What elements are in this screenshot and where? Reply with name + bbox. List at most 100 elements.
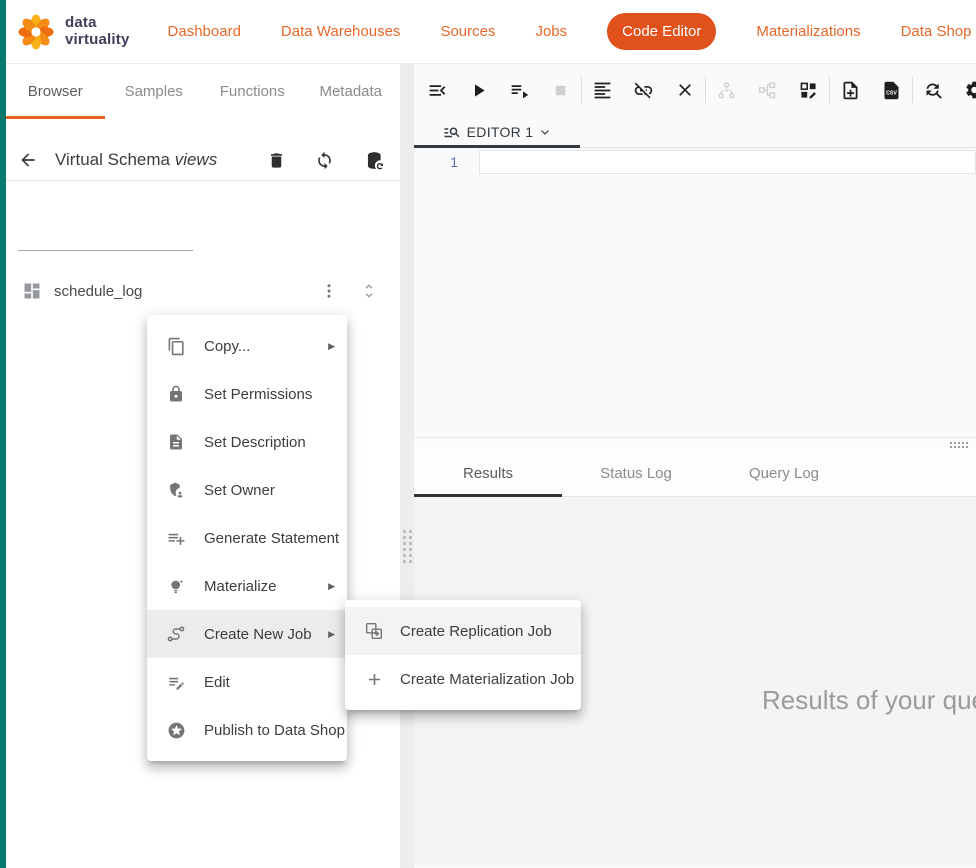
create-job-submenu: Create Replication Job Create Materializ… bbox=[345, 600, 581, 710]
brand-logo-text: datavirtuality bbox=[65, 15, 130, 47]
run-selection-icon[interactable] bbox=[509, 80, 530, 101]
menu-item-generate-statement[interactable]: Generate Statement bbox=[147, 514, 347, 562]
unfold-more-icon bbox=[360, 282, 378, 300]
tree-item-label: schedule_log bbox=[54, 283, 320, 300]
delete-schema-button[interactable] bbox=[267, 151, 286, 170]
stop-icon bbox=[550, 80, 571, 101]
explain-plan-icon bbox=[716, 80, 737, 101]
back-button[interactable] bbox=[18, 150, 38, 170]
menu-item-set-description[interactable]: Set Description bbox=[147, 418, 347, 466]
dependency-tree-icon bbox=[757, 80, 778, 101]
link-off-icon[interactable] bbox=[633, 80, 654, 101]
menu-item-label: Copy... bbox=[204, 338, 320, 355]
code-editor-area[interactable]: 1 bbox=[414, 148, 976, 437]
menu-item-label: Edit bbox=[204, 674, 335, 691]
panel-resize-handle[interactable] bbox=[400, 64, 414, 868]
left-edge-accent bbox=[0, 0, 6, 868]
refresh-schema-button[interactable] bbox=[315, 151, 334, 170]
copy-icon bbox=[166, 336, 186, 356]
schema-header: Virtual Schema views bbox=[6, 140, 400, 181]
toolbar-divider bbox=[705, 77, 706, 103]
sidebar-tabs: Browser Samples Functions Metadata bbox=[6, 64, 400, 119]
submenu-arrow-icon: ▶ bbox=[328, 629, 335, 640]
main-navigation: Dashboard Data Warehouses Sources Jobs C… bbox=[168, 13, 972, 50]
table-grid-icon bbox=[22, 281, 42, 301]
editor-tab-1[interactable]: EDITOR 1 bbox=[414, 116, 580, 147]
nav-dashboard[interactable]: Dashboard bbox=[168, 23, 241, 40]
menu-item-create-new-job[interactable]: Create New Job ▶ bbox=[147, 610, 347, 658]
tab-metadata[interactable]: Metadata bbox=[302, 64, 401, 119]
menu-item-publish-to-data-shop[interactable]: Publish to Data Shop bbox=[147, 706, 347, 754]
playlist-edit-icon bbox=[166, 672, 186, 692]
editor-active-line bbox=[479, 150, 976, 174]
editor-tab-label: EDITOR 1 bbox=[467, 124, 534, 140]
new-file-icon[interactable] bbox=[840, 80, 861, 101]
code-editor-panel: CSV EDITOR 1 1 bbox=[414, 64, 976, 868]
arrow-back-icon bbox=[18, 150, 38, 170]
database-refresh-icon bbox=[363, 150, 386, 171]
find-replace-icon[interactable] bbox=[923, 80, 944, 101]
menu-item-label: Set Owner bbox=[204, 482, 335, 499]
toolbar-divider bbox=[829, 77, 830, 103]
menu-item-create-materialization-job[interactable]: Create Materialization Job bbox=[345, 655, 581, 703]
tree-item-schedule-log[interactable]: schedule_log bbox=[6, 274, 400, 308]
results-resize-handle[interactable] bbox=[414, 437, 976, 450]
nav-materializations[interactable]: Materializations bbox=[756, 23, 860, 40]
menu-item-set-permissions[interactable]: Set Permissions bbox=[147, 370, 347, 418]
lock-icon bbox=[166, 384, 186, 404]
nav-sources[interactable]: Sources bbox=[440, 23, 495, 40]
menu-item-materialize[interactable]: Materialize ▶ bbox=[147, 562, 347, 610]
item-menu-button[interactable] bbox=[320, 282, 338, 300]
search-input[interactable] bbox=[24, 229, 205, 245]
tab-samples[interactable]: Samples bbox=[105, 64, 204, 119]
nav-data-warehouses[interactable]: Data Warehouses bbox=[281, 23, 401, 40]
clear-icon[interactable] bbox=[674, 80, 695, 101]
run-icon[interactable] bbox=[468, 80, 489, 101]
schema-search bbox=[18, 225, 193, 251]
results-tabs: Results Status Log Query Log bbox=[414, 450, 976, 497]
edit-layout-icon[interactable] bbox=[798, 80, 819, 101]
submenu-arrow-icon: ▶ bbox=[328, 581, 335, 592]
menu-item-edit[interactable]: Edit bbox=[147, 658, 347, 706]
format-icon[interactable] bbox=[592, 80, 613, 101]
menu-item-create-replication-job[interactable]: Create Replication Job bbox=[345, 607, 581, 655]
results-empty-message: Results of your querie bbox=[762, 685, 976, 716]
menu-item-copy[interactable]: Copy... ▶ bbox=[147, 322, 347, 370]
menu-item-label: Generate Statement bbox=[204, 530, 339, 547]
playlist-add-icon bbox=[166, 528, 186, 548]
item-context-menu: Copy... ▶ Set Permissions Set Descriptio… bbox=[147, 315, 347, 761]
brand-logo-icon bbox=[16, 12, 56, 52]
chevron-down-icon bbox=[539, 126, 551, 138]
plus-icon bbox=[364, 669, 384, 689]
nav-data-shop[interactable]: Data Shop bbox=[901, 23, 972, 40]
brand-logo[interactable]: datavirtuality bbox=[16, 12, 130, 52]
tab-results[interactable]: Results bbox=[414, 450, 562, 496]
nav-code-editor[interactable]: Code Editor bbox=[607, 13, 716, 50]
lightbulb-icon bbox=[166, 576, 186, 596]
menu-item-label: Create New Job bbox=[204, 626, 320, 643]
tab-browser[interactable]: Browser bbox=[6, 64, 105, 119]
star-circle-icon bbox=[166, 720, 186, 740]
menu-item-label: Set Description bbox=[204, 434, 335, 451]
route-icon bbox=[166, 624, 186, 644]
document-icon bbox=[166, 432, 186, 452]
owner-shield-icon bbox=[166, 480, 186, 500]
menu-item-label: Publish to Data Shop bbox=[204, 722, 345, 739]
menu-item-set-owner[interactable]: Set Owner bbox=[147, 466, 347, 514]
app-window: datavirtuality Dashboard Data Warehouses… bbox=[0, 0, 976, 868]
tab-status-log[interactable]: Status Log bbox=[562, 450, 710, 496]
editor-line-number: 1 bbox=[414, 154, 458, 170]
tab-query-log[interactable]: Query Log bbox=[710, 450, 858, 496]
menu-item-label: Create Replication Job bbox=[400, 623, 569, 640]
menu-open-icon[interactable] bbox=[427, 80, 448, 101]
menu-item-label: Create Materialization Job bbox=[400, 671, 574, 688]
replication-icon bbox=[364, 621, 384, 641]
settings-icon[interactable] bbox=[964, 80, 976, 101]
editor-tabs: EDITOR 1 bbox=[414, 116, 976, 148]
schema-title: Virtual Schema views bbox=[55, 150, 217, 170]
reload-database-button[interactable] bbox=[363, 150, 386, 171]
export-csv-icon[interactable]: CSV bbox=[881, 80, 902, 101]
nav-jobs[interactable]: Jobs bbox=[535, 23, 567, 40]
expand-item-button[interactable] bbox=[360, 282, 378, 300]
tab-functions[interactable]: Functions bbox=[203, 64, 302, 119]
